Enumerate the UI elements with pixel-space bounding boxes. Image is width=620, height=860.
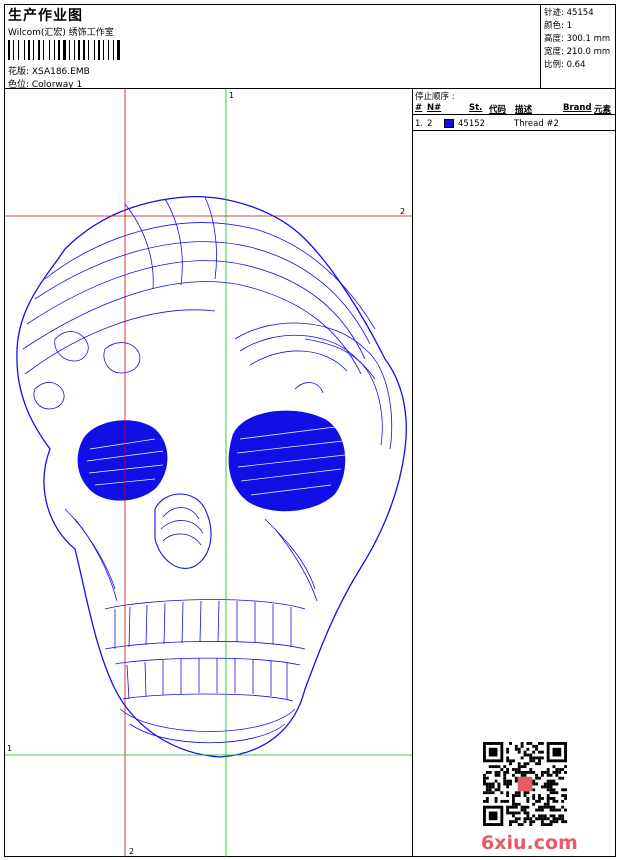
page-title: 生产作业图	[8, 8, 83, 24]
col-index: #	[415, 103, 423, 113]
guide-label-green-top: 1	[229, 91, 235, 100]
qr-code	[483, 742, 567, 826]
col-description: 描述	[515, 105, 533, 115]
embroidery-preview	[5, 89, 412, 857]
col-code: 代码	[489, 105, 507, 115]
table-row: 1. 2 45152 Thread #2	[413, 117, 615, 131]
company-name: Wilcom(汇宏) 绣饰工作室	[8, 28, 114, 38]
spec-height: 高度: 300.1 mm	[544, 34, 611, 44]
spec-stitches: 针迹: 45154	[544, 8, 594, 18]
header-info: 生产作业图 Wilcom(汇宏) 绣饰工作室 花版: XSA186.EMB 色位…	[5, 5, 540, 90]
spec-panel: 针迹: 45154 颜色: 1 高度: 300.1 mm 宽度: 210.0 m…	[540, 5, 615, 89]
guide-label-red-bottom: 2	[129, 847, 135, 856]
watermark-logo: 6xiu.com	[481, 832, 578, 854]
spec-scale: 比例: 0.64	[544, 60, 586, 70]
col-brand: Brand	[563, 103, 592, 113]
thread-color-swatch	[444, 119, 454, 128]
spec-colors: 颜色: 1	[544, 21, 572, 31]
barcode	[8, 40, 130, 60]
row-index: 1.	[415, 119, 424, 129]
spec-width: 宽度: 210.0 mm	[544, 47, 611, 57]
stop-sequence-label: 停止顺序 :	[415, 92, 455, 102]
worksheet-header: 生产作业图 Wilcom(汇宏) 绣饰工作室 花版: XSA186.EMB 色位…	[5, 5, 615, 90]
thread-table-header: # N# St. 代码 描述 Brand 元素	[413, 102, 615, 115]
col-stitches: St.	[469, 103, 483, 113]
row-needle: 2	[427, 119, 433, 129]
col-element: 元素	[594, 105, 612, 115]
skull-embroidery-artwork	[16, 195, 407, 758]
row-description: Thread #2	[514, 119, 559, 129]
guide-label-green-left: 1	[7, 744, 13, 753]
design-canvas: 1 1 2 2	[5, 89, 413, 857]
guide-label-red-right: 2	[400, 207, 406, 216]
row-stitches: 45152	[458, 119, 486, 129]
production-worksheet: 生产作业图 Wilcom(汇宏) 绣饰工作室 花版: XSA186.EMB 色位…	[4, 4, 616, 857]
col-needle: N#	[427, 103, 442, 113]
design-file: 花版: XSA186.EMB	[8, 67, 90, 77]
